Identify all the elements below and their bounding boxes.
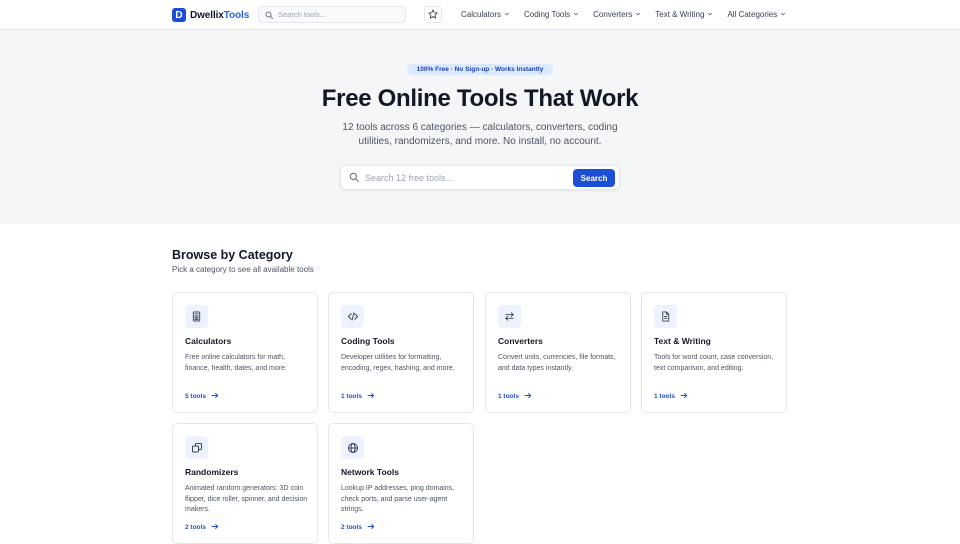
- nav-item-label: Coding Tools: [524, 10, 571, 19]
- card-tools-link[interactable]: 1 tools: [498, 392, 532, 401]
- category-card-coding-tools[interactable]: Coding Tools Developer utilities for for…: [328, 292, 474, 413]
- card-description: Free online calculators for math, financ…: [185, 354, 287, 372]
- card-title: Network Tools: [341, 467, 399, 477]
- nav-item-label: All Categories: [727, 10, 778, 19]
- nav-search-input[interactable]: [278, 10, 398, 19]
- hero-search-input[interactable]: [365, 172, 565, 183]
- chevron-down-icon: [504, 10, 510, 19]
- card-title: Text & Writing: [654, 336, 711, 346]
- nav-item-label: Calculators: [461, 10, 502, 19]
- tools-count: 1 tools: [654, 393, 675, 400]
- nav-item-label: Text & Writing: [655, 10, 705, 19]
- nav-item-all-categories[interactable]: All Categories: [727, 10, 786, 19]
- chevron-down-icon: [780, 10, 786, 19]
- tools-count: 2 tools: [185, 524, 206, 531]
- swap-arrows-icon: [498, 305, 521, 328]
- search-button[interactable]: Search: [573, 169, 615, 187]
- arrow-right-icon: [211, 523, 219, 532]
- globe-icon: [341, 436, 364, 459]
- category-card-network-tools[interactable]: Network Tools Lookup IP addresses, ping …: [328, 423, 474, 544]
- card-title: Randomizers: [185, 467, 239, 477]
- favorites-button[interactable]: [424, 6, 442, 23]
- section-title: Browse by Category: [172, 248, 293, 262]
- nav-search-box[interactable]: [258, 6, 406, 23]
- card-tools-link[interactable]: 1 tools: [341, 392, 375, 401]
- tools-count: 1 tools: [341, 393, 362, 400]
- nav-menu: Calculators Coding Tools Converters Text…: [461, 0, 786, 29]
- card-tools-link[interactable]: 5 tools: [185, 392, 219, 401]
- chevron-down-icon: [573, 10, 579, 19]
- chevron-down-icon: [635, 10, 641, 19]
- logo-text: DwellixTools: [190, 9, 250, 21]
- nav-item-converters[interactable]: Converters: [593, 10, 641, 19]
- hero-section: 100% Free · No Sign-up · Works Instantly…: [0, 30, 960, 224]
- search-icon: [349, 169, 359, 187]
- nav-item-label: Converters: [593, 10, 633, 19]
- calculator-icon: [185, 305, 208, 328]
- section-subtitle: Pick a category to see all available too…: [172, 265, 314, 274]
- document-icon: [654, 305, 677, 328]
- nav-item-text-writing[interactable]: Text & Writing: [655, 10, 713, 19]
- top-navbar: D DwellixTools Calculators Coding Tools …: [0, 0, 960, 30]
- card-tools-link[interactable]: 1 tools: [654, 392, 688, 401]
- dice-icon: [185, 436, 208, 459]
- card-title: Coding Tools: [341, 336, 395, 346]
- card-description: Developer utilities for formatting, enco…: [341, 354, 455, 372]
- chevron-down-icon: [707, 10, 713, 19]
- nav-item-calculators[interactable]: Calculators: [461, 10, 510, 19]
- star-icon: [428, 6, 438, 24]
- search-icon: [265, 6, 273, 24]
- category-card-calculators[interactable]: Calculators Free online calculators for …: [172, 292, 318, 413]
- tools-count: 5 tools: [185, 393, 206, 400]
- arrow-right-icon: [367, 523, 375, 532]
- hero-subtitle: 12 tools across 6 categories — calculato…: [342, 122, 618, 147]
- card-title: Converters: [498, 336, 543, 346]
- brand-logo[interactable]: D DwellixTools: [172, 7, 249, 23]
- tools-count: 1 tools: [498, 393, 519, 400]
- tools-count: 2 tools: [341, 524, 362, 531]
- card-tools-link[interactable]: 2 tools: [341, 523, 375, 532]
- arrow-right-icon: [211, 392, 219, 401]
- card-description: Animated random generators: 3D coin flip…: [185, 485, 308, 513]
- arrow-right-icon: [367, 392, 375, 401]
- category-card-converters[interactable]: Converters Convert units, currencies, fi…: [485, 292, 631, 413]
- arrow-right-icon: [524, 392, 532, 401]
- card-title: Calculators: [185, 336, 232, 346]
- category-card-randomizers[interactable]: Randomizers Animated random generators: …: [172, 423, 318, 544]
- nav-item-coding-tools[interactable]: Coding Tools: [524, 10, 579, 19]
- card-description: Convert units, currencies, file formats,…: [498, 354, 616, 372]
- logo-mark: D: [172, 8, 186, 22]
- card-description: Tools for word count, case conversion, t…: [654, 354, 774, 372]
- hero-search-box[interactable]: Search: [340, 165, 620, 190]
- hero-badge: 100% Free · No Sign-up · Works Instantly: [407, 64, 553, 75]
- code-icon: [341, 305, 364, 328]
- category-card-text-writing[interactable]: Text & Writing Tools for word count, cas…: [641, 292, 787, 413]
- card-tools-link[interactable]: 2 tools: [185, 523, 219, 532]
- hero-title: Free Online Tools That Work: [321, 85, 639, 112]
- arrow-right-icon: [680, 392, 688, 401]
- card-description: Lookup IP addresses, ping domains, check…: [341, 485, 455, 513]
